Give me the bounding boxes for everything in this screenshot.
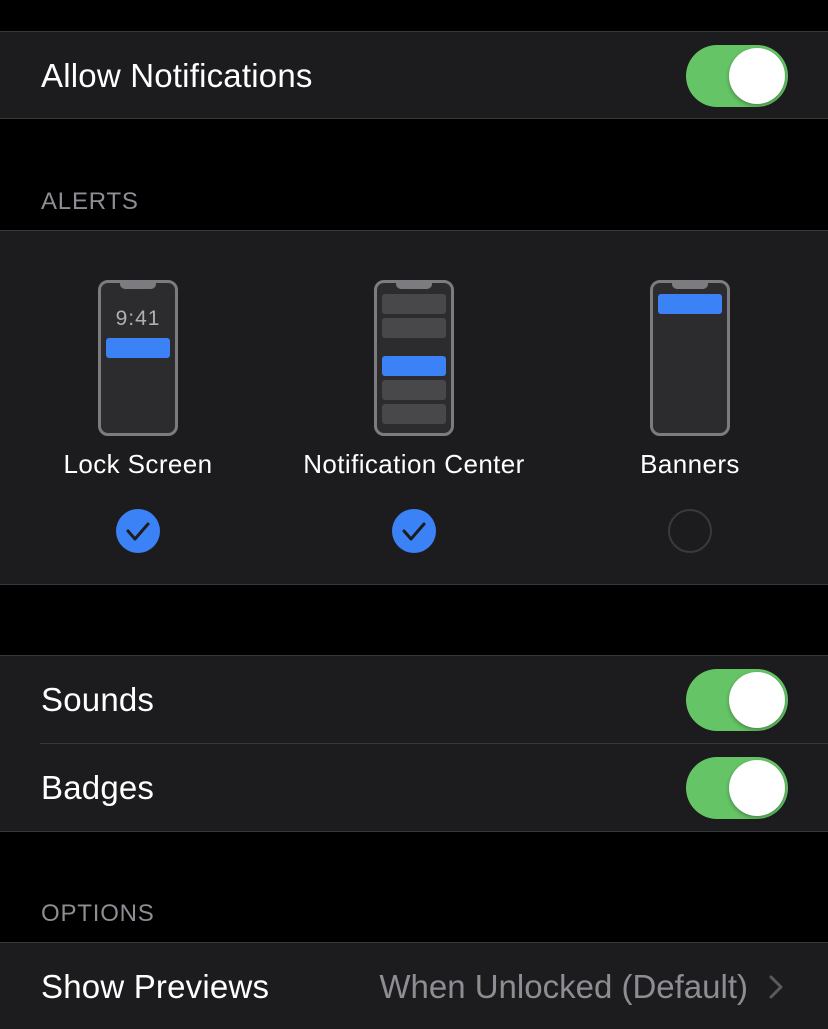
allow-notifications-label: Allow Notifications [41, 57, 313, 94]
badges-toggle[interactable] [686, 757, 788, 819]
badges-label: Badges [41, 769, 155, 806]
alert-style-banners[interactable]: Banners [552, 231, 828, 583]
toggle-knob [729, 760, 785, 816]
notification-bar [382, 380, 446, 400]
lock-screen-checkbox[interactable] [116, 509, 160, 553]
phone-notch [396, 283, 432, 289]
notification-bar [658, 294, 722, 314]
toggle-knob [729, 672, 785, 728]
notification-bar [382, 318, 446, 338]
allow-notifications-toggle[interactable] [686, 45, 788, 107]
sounds-label: Sounds [41, 681, 155, 718]
notification-center-preview-icon [374, 280, 454, 436]
notification-center-checkbox[interactable] [392, 509, 436, 553]
lock-screen-preview-icon: 9:41 [98, 280, 178, 436]
allow-notifications-group: Allow Notifications [0, 31, 828, 119]
show-previews-row[interactable]: Show Previews When Unlocked (Default) [0, 943, 828, 1029]
alert-style-lock-screen[interactable]: 9:41 Lock Screen [0, 231, 276, 583]
sounds-toggle[interactable] [686, 669, 788, 731]
notification-settings-screen: Allow Notifications ALERTS 9:41 Lock Scr… [0, 0, 828, 1029]
notification-center-label: Notification Center [303, 449, 525, 479]
notification-bar [382, 294, 446, 314]
chevron-right-icon [769, 975, 783, 999]
notification-bar [382, 356, 446, 376]
lock-screen-label: Lock Screen [63, 449, 213, 479]
options-group: Show Previews When Unlocked (Default) [0, 942, 828, 1029]
options-section-header: OPTIONS [41, 900, 155, 927]
toggle-knob [729, 48, 785, 104]
badges-row[interactable]: Badges [0, 744, 828, 832]
show-previews-label: Show Previews [41, 968, 270, 1005]
alert-style-notification-center[interactable]: Notification Center [276, 231, 552, 583]
notification-bar [382, 404, 446, 424]
sounds-badges-group: Sounds Badges [0, 655, 828, 832]
alerts-section-header: ALERTS [41, 188, 139, 215]
banners-preview-icon [650, 280, 730, 436]
allow-notifications-row[interactable]: Allow Notifications [0, 32, 828, 120]
banners-checkbox[interactable] [668, 509, 712, 553]
phone-notch [120, 283, 156, 289]
alert-styles-group: 9:41 Lock Screen Notification Center Ban… [0, 230, 828, 585]
lock-screen-preview-time: 9:41 [115, 307, 161, 330]
notification-bar [106, 338, 170, 358]
phone-notch [672, 283, 708, 289]
banners-label: Banners [640, 449, 740, 479]
checkmark-icon [126, 522, 150, 541]
show-previews-value: When Unlocked (Default) [379, 968, 748, 1005]
checkmark-icon [402, 522, 426, 541]
sounds-row[interactable]: Sounds [0, 656, 828, 744]
